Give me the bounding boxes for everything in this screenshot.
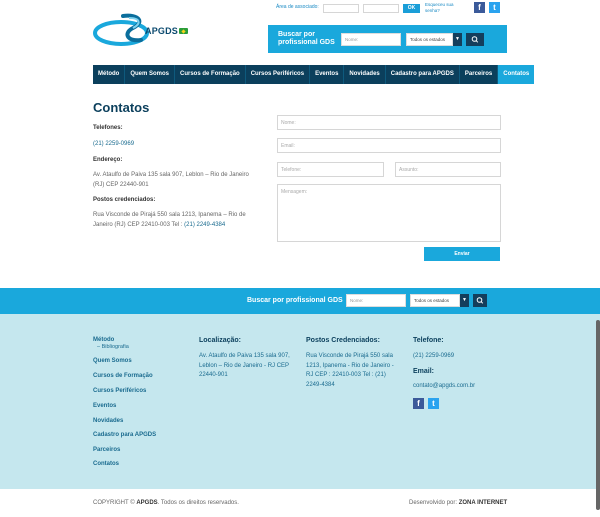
bottom-bar [0, 489, 600, 517]
login-ok-button[interactable]: OK [403, 4, 420, 13]
phone-heading: Telefone: [413, 337, 444, 344]
phones-label: Telefones: [93, 125, 123, 131]
footer-nav-contatos[interactable]: Contatos [93, 461, 119, 467]
nav-item-cursos-formacao[interactable]: Cursos de Formação [175, 65, 246, 84]
footer-phone: (21) 2259-0969 [413, 353, 455, 359]
nav-item-cursos-perifericos[interactable]: Cursos Periféricos [246, 65, 311, 84]
nav-item-eventos[interactable]: Eventos [310, 65, 345, 84]
member-password-input[interactable] [363, 4, 399, 13]
copyright-suffix: . Todos os direitos reservados. [157, 500, 239, 506]
copyright: COPYRIGHT © APGDS. Todos os direitos res… [93, 500, 239, 506]
name-field[interactable]: Nome: [277, 115, 501, 130]
brazil-flag-icon [179, 28, 188, 34]
band-state-select[interactable]: Todos os estados [410, 294, 460, 307]
twitter-icon[interactable]: t [489, 2, 500, 13]
facebook-icon[interactable]: f [413, 398, 424, 409]
header-state-select[interactable]: Todos os estados [406, 33, 453, 46]
nav-item-parceiros[interactable]: Parceiros [460, 65, 499, 84]
footer-nav-quem-somos[interactable]: Quem Somos [93, 358, 132, 364]
address-text: Av. Ataulfo de Paiva 135 sala 907, Leblo… [93, 172, 249, 188]
developer-credit: Desenvolvido por: ZONA INTERNET [409, 500, 507, 506]
footer [0, 314, 600, 489]
footer-nav-cadastro[interactable]: Cadastro para APGDS [93, 432, 156, 438]
nav-item-cadastro[interactable]: Cadastro para APGDS [386, 65, 460, 84]
footer-nav-eventos[interactable]: Eventos [93, 403, 116, 409]
forgot-password-link[interactable]: Esqueceu sua senha? [425, 2, 455, 14]
member-login-input[interactable] [323, 4, 359, 13]
message-field[interactable]: Mensagem: [277, 184, 501, 242]
main-nav: Método Quem Somos Cursos de Formação Cur… [93, 65, 535, 84]
band-search-label: Buscar por profissional GDS [247, 297, 343, 304]
posts-phone-link[interactable]: (21) 2249-4384 [184, 222, 225, 228]
phone-link[interactable]: (21) 2259-0969 [93, 141, 134, 147]
email-field[interactable]: Email: [277, 138, 501, 153]
posts-text-footer: Rua Visconde de Pirajá 550 sala 1213, Ip… [306, 353, 394, 388]
footer-nav-parceiros[interactable]: Parceiros [93, 447, 120, 453]
email-heading: Email: [413, 368, 435, 375]
location-text: Av. Ataulfo de Paiva 135 sala 907, Leblo… [199, 353, 290, 378]
header-name-input[interactable]: Nome: [341, 33, 401, 46]
footer-email-link[interactable]: contato@apgds.com.br [413, 382, 475, 392]
copyright-prefix: COPYRIGHT © [93, 500, 137, 506]
send-button[interactable]: Enviar [424, 247, 500, 261]
phone-field[interactable]: Telefone: [277, 162, 384, 177]
header-search-label: Buscar por profissional GDS [278, 31, 335, 46]
nav-item-contatos[interactable]: Contatos [498, 65, 535, 84]
posts-label: Postos credenciados: [93, 197, 156, 203]
dev-brand-link[interactable]: ZONA INTERNET [459, 500, 507, 506]
band-search-button[interactable] [473, 294, 487, 307]
copyright-brand: APGDS [136, 500, 158, 506]
chevron-down-icon[interactable]: ▼ [460, 294, 469, 307]
nav-item-quem-somos[interactable]: Quem Somos [125, 65, 176, 84]
posts-text: Rua Visconde de Pirajá 550 sala 1213, Ip… [93, 210, 255, 230]
location-heading: Localização: [199, 337, 242, 344]
page-title: Contatos [93, 100, 150, 115]
chevron-down-icon[interactable]: ▼ [453, 33, 462, 46]
footer-nav-cursos-formacao[interactable]: Cursos de Formação [93, 373, 153, 379]
footer-nav-cursos-perifericos[interactable]: Cursos Periféricos [93, 388, 146, 394]
member-area-label: Área de associado: [276, 4, 319, 10]
header-search-button[interactable] [466, 33, 484, 46]
nav-item-novidades[interactable]: Novidades [344, 65, 386, 84]
twitter-icon[interactable]: t [428, 398, 439, 409]
scrollbar[interactable] [596, 320, 600, 510]
footer-nav-novidades[interactable]: Novidades [93, 418, 123, 424]
facebook-icon[interactable]: f [474, 2, 485, 13]
subject-field[interactable]: Assunto: [395, 162, 501, 177]
nav-item-metodo[interactable]: Método [93, 65, 126, 84]
footer-nav-bibliografia[interactable]: – Bibliografia [97, 344, 129, 350]
footer-nav-metodo[interactable]: Método [93, 337, 114, 343]
band-name-input[interactable]: Nome: [346, 294, 406, 307]
brand-name: APGDS [145, 26, 179, 36]
posts-heading: Postos Credenciados: [306, 337, 380, 344]
address-label: Endereço: [93, 157, 123, 163]
dev-prefix: Desenvolvido por: [409, 500, 459, 506]
